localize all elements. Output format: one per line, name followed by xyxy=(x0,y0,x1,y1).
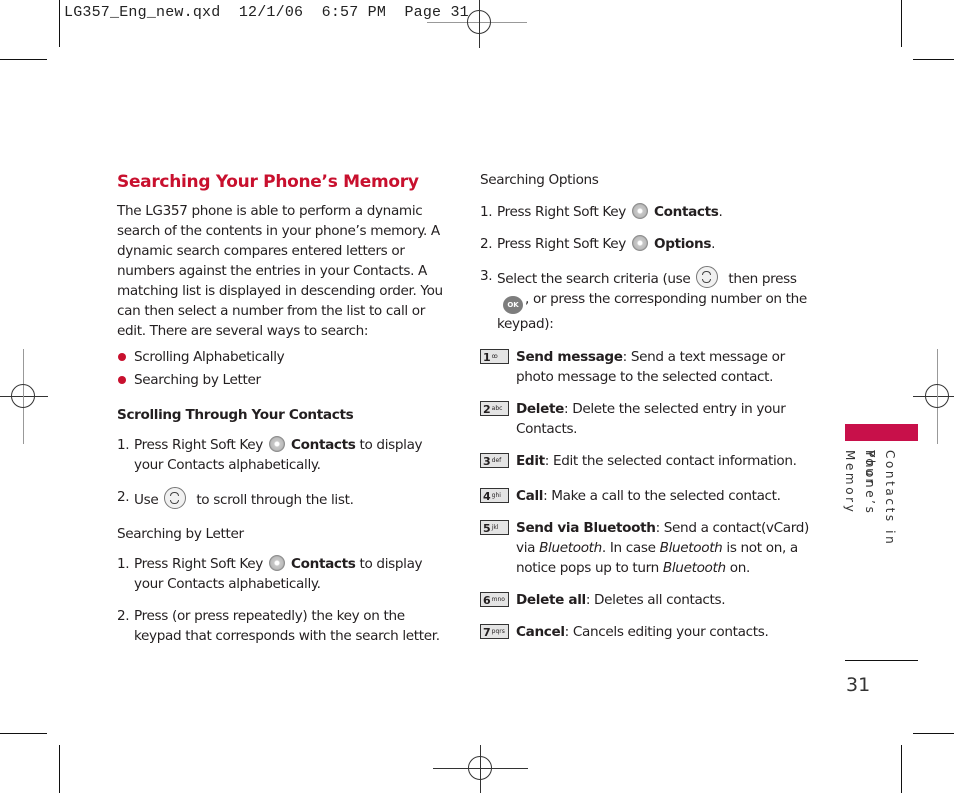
page-number: 31 xyxy=(846,674,871,696)
crop-mark xyxy=(913,59,954,60)
option-cancel: 7pqrs Cancel: Cancels editing your conta… xyxy=(480,622,815,642)
key-7-icon: 7pqrs xyxy=(480,624,509,639)
step: 1. Press Right Soft Key Contacts. xyxy=(480,203,723,220)
option-call: 4ghi Call: Make a call to the selected c… xyxy=(480,486,815,506)
search-methods-list: Scrolling Alphabetically Searching by Le… xyxy=(117,347,447,390)
key-5-icon: 5jkl xyxy=(480,520,509,535)
section-side-label: Contacts in Your Phone’s Memory xyxy=(843,450,897,547)
subheading-options: Searching Options xyxy=(480,172,599,188)
right-soft-key-icon xyxy=(269,555,286,571)
step: 1. Press Right Soft Key Contacts to displ… xyxy=(117,555,423,592)
option-delete-all: 6mno Delete all: Deletes all contacts. xyxy=(480,590,815,610)
right-soft-key-icon xyxy=(632,203,649,219)
crop-mark xyxy=(59,745,60,793)
key-6-icon: 6mno xyxy=(480,592,509,607)
option-delete: 2abc Delete: Delete the selected entry i… xyxy=(480,399,815,439)
list-item: Searching by Letter xyxy=(117,370,447,390)
subheading-by-letter: Searching by Letter xyxy=(117,526,244,542)
option-edit: 3def Edit: Edit the selected contact inf… xyxy=(480,451,815,471)
navigation-key-icon xyxy=(164,487,187,509)
bullet-icon xyxy=(118,376,126,384)
key-3-icon: 3def xyxy=(480,453,509,468)
section-tab-bar xyxy=(845,424,918,441)
step: 2. Press Right Soft Key Options. xyxy=(480,235,716,252)
option-send-via-bluetooth: 5jkl Send via Bluetooth: Send a contact(… xyxy=(480,518,815,578)
registration-mark xyxy=(11,384,35,408)
intro-paragraph: The LG357 phone is able to perform a dyn… xyxy=(117,203,443,339)
crop-mark xyxy=(913,733,954,734)
option-send-message: 1ꝏ Send message: Send a text message or … xyxy=(480,347,815,387)
bullet-icon xyxy=(118,353,126,361)
crop-mark xyxy=(901,745,902,793)
key-1-icon: 1ꝏ xyxy=(480,349,509,364)
crop-mark xyxy=(0,59,47,60)
step: 2. Use to scroll through the list. xyxy=(117,487,354,509)
subheading-scrolling: Scrolling Through Your Contacts xyxy=(117,407,354,423)
key-2-icon: 2abc xyxy=(480,401,509,416)
ok-key-icon: OK xyxy=(503,296,523,314)
file-slug: LG357_Eng_new.qxd 12/1/06 6:57 PM Page 3… xyxy=(64,4,469,21)
step: 3. Select the search criteria (use then … xyxy=(480,266,807,332)
page-number-rule xyxy=(845,660,918,661)
navigation-key-icon xyxy=(696,266,719,288)
key-4-icon: 4ghi xyxy=(480,488,509,503)
registration-mark xyxy=(468,756,492,780)
crop-mark xyxy=(901,0,902,47)
right-column: Searching Options 1. Press Right Soft Ke… xyxy=(480,170,815,654)
section-title: Searching Your Phone’s Memory xyxy=(117,172,419,192)
step: 1. Press Right Soft Key Contacts to displ… xyxy=(117,436,423,473)
step: 2. Press (or press repeatedly) the key o… xyxy=(117,608,440,644)
registration-mark xyxy=(467,10,491,34)
registration-mark xyxy=(925,384,949,408)
crop-mark xyxy=(0,733,47,734)
list-item: Scrolling Alphabetically xyxy=(117,347,447,367)
left-column: Searching Your Phone’s Memory The LG357 … xyxy=(117,170,447,658)
right-soft-key-icon xyxy=(269,436,286,452)
right-soft-key-icon xyxy=(632,235,649,251)
crop-mark xyxy=(59,0,60,47)
